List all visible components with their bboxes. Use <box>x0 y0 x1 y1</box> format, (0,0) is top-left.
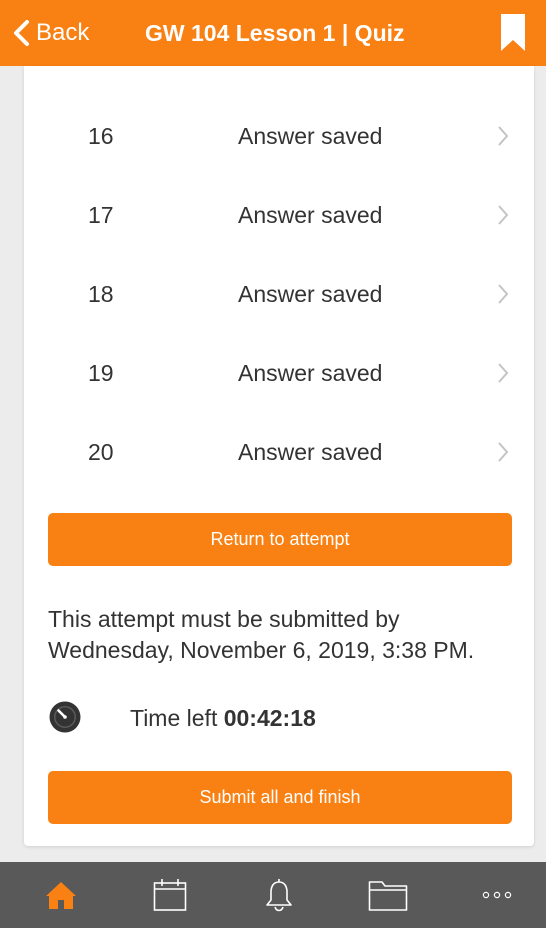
submit-all-and-finish-button[interactable]: Submit all and finish <box>48 771 512 824</box>
chevron-right-icon <box>498 442 509 462</box>
deadline-line-1: This attempt must be submitted by <box>48 606 400 632</box>
time-left-label: Time left <box>130 705 218 731</box>
chevron-right-icon <box>498 126 509 146</box>
stopwatch-icon <box>49 701 81 733</box>
chevron-right-icon <box>498 284 509 304</box>
more-icon <box>482 891 512 899</box>
question-status: Answer saved <box>238 439 383 465</box>
question-number: 16 <box>88 123 114 149</box>
deadline-line-2: Wednesday, November 6, 2019, 3:38 PM. <box>48 637 475 663</box>
question-number: 19 <box>88 360 114 386</box>
question-row[interactable]: 20 Answer saved <box>24 413 534 492</box>
time-left-value: 00:42:18 <box>223 705 316 731</box>
time-left: Time left 00:42:18 <box>48 700 528 736</box>
chevron-left-icon <box>14 20 29 46</box>
question-status: Answer saved <box>238 123 383 149</box>
question-list: 16 Answer saved 17 Answer saved 18 Answe… <box>24 97 534 492</box>
header-bar: Back GW 104 Lesson 1 | Quiz <box>0 0 546 66</box>
question-number: 17 <box>88 202 114 228</box>
nav-more[interactable] <box>467 862 527 928</box>
question-status: Answer saved <box>238 360 383 386</box>
folder-icon <box>368 881 408 911</box>
app-root: Back GW 104 Lesson 1 | Quiz 16 Answer sa… <box>0 0 546 928</box>
bell-icon <box>266 879 292 912</box>
nav-files[interactable] <box>358 862 418 928</box>
question-row[interactable]: 19 Answer saved <box>24 334 534 413</box>
question-number: 18 <box>88 281 114 307</box>
page-title: GW 104 Lesson 1 | Quiz <box>145 19 405 46</box>
nav-home[interactable] <box>31 862 91 928</box>
question-row[interactable]: 18 Answer saved <box>24 255 534 334</box>
question-row[interactable]: 17 Answer saved <box>24 176 534 255</box>
partial-question-row <box>24 66 534 76</box>
question-row[interactable]: 16 Answer saved <box>24 97 534 176</box>
bookmark-icon[interactable] <box>500 13 526 53</box>
nav-notifications[interactable] <box>249 862 309 928</box>
question-number: 20 <box>88 439 114 465</box>
chevron-right-icon <box>498 205 509 225</box>
bottom-nav-bar <box>0 862 546 928</box>
nav-calendar[interactable] <box>140 862 200 928</box>
submission-deadline: This attempt must be submitted by Wednes… <box>48 604 528 666</box>
question-status: Answer saved <box>238 202 383 228</box>
chevron-right-icon <box>498 363 509 383</box>
home-icon <box>46 882 76 909</box>
question-status: Answer saved <box>238 281 383 307</box>
quiz-summary-card: 16 Answer saved 17 Answer saved 18 Answe… <box>24 66 534 846</box>
back-button[interactable]: Back <box>12 0 89 66</box>
return-to-attempt-button[interactable]: Return to attempt <box>48 513 512 566</box>
back-label: Back <box>36 19 90 46</box>
time-left-text: Time left 00:42:18 <box>130 705 316 732</box>
calendar-icon <box>153 879 187 911</box>
